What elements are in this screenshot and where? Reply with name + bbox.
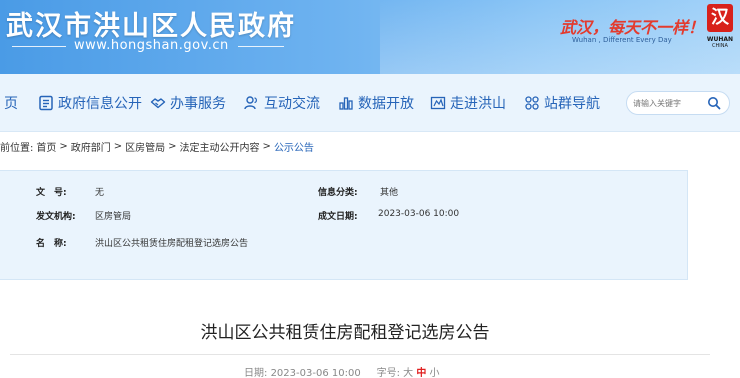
wuhan-logo-text: WUHAN (706, 36, 734, 43)
nav-item-label: 站群导航 (544, 96, 600, 112)
article-meta: 日期: 2023-03-06 10:00 字号: 大 中 小 (244, 364, 440, 378)
publish-date-value: 2023-03-06 10:00 (270, 368, 361, 378)
nav-item-label: 办事服务 (170, 96, 226, 112)
written-date-label: 成文日期: (318, 212, 358, 222)
nav-home[interactable]: 页 (4, 93, 18, 113)
nav-item-services[interactable]: 办事服务 (150, 93, 226, 113)
nav-item-hongshan[interactable]: 走进洪山 (430, 93, 506, 113)
nav-home-label: 页 (4, 96, 18, 112)
breadcrumb-item-housing-bureau[interactable]: 区房管局 (125, 139, 165, 154)
doc-number-value: 无 (95, 188, 105, 198)
nav-item-label: 互动交流 (264, 96, 320, 112)
handshake-icon (150, 98, 166, 109)
breadcrumb-separator: > (262, 140, 271, 152)
site-url: www.hongshan.gov.cn (74, 38, 229, 53)
nav-item-label: 政府信息公开 (58, 96, 142, 112)
slogan: 武汉，每天不一样！ (560, 18, 705, 37)
category-label: 信息分类: (318, 188, 358, 198)
doc-number-label: 文 号: (36, 188, 67, 198)
map-icon (430, 96, 446, 110)
doc-name-value: 洪山区公共租赁住房配租登记选房公告 (95, 239, 249, 249)
main-nav: 页 政府信息公开 办事服务 互动交流 数据开放 走进洪山 站群导航 请输入关键字 (0, 74, 740, 132)
nav-item-gov-info[interactable]: 政府信息公开 (38, 93, 142, 113)
china-logo-text: CHINA (712, 43, 728, 49)
category-value: 其他 (380, 188, 399, 198)
people-icon (244, 96, 257, 110)
site-url-row: www.hongshan.gov.cn (12, 38, 284, 54)
breadcrumb-item-statutory-content[interactable]: 法定主动公开内容 (180, 139, 260, 154)
wuhan-logo-mark: 汉 (707, 4, 733, 32)
bar-chart-icon (339, 97, 353, 110)
slogan-english: Wuhan , Different Every Day (572, 36, 672, 44)
breadcrumb: 前位置: 首页 > 政府部门 > 区房管局 > 法定主动公开内容 > 公示公告 (0, 137, 317, 155)
breadcrumb-prefix: 前位置: (0, 142, 34, 154)
doc-name-label: 名 称: (36, 239, 67, 249)
issuer-label: 发文机构: (36, 212, 76, 222)
font-size-medium-button[interactable]: 中 (416, 368, 426, 378)
nav-item-label: 数据开放 (358, 96, 414, 112)
nav-item-interaction[interactable]: 互动交流 (244, 93, 320, 113)
document-list-icon (39, 95, 53, 111)
breadcrumb-item-departments[interactable]: 政府部门 (71, 139, 111, 154)
wuhan-logo: 汉 WUHAN CHINA (704, 4, 736, 52)
search-box (626, 91, 730, 115)
title-divider (10, 354, 710, 355)
breadcrumb-item-home[interactable]: 首页 (36, 139, 56, 154)
breadcrumb-separator: > (168, 140, 177, 152)
page: 武汉市洪山区人民政府 www.hongshan.gov.cn 武汉，每天不一样！… (0, 0, 740, 378)
font-size-label: 字号: (376, 368, 400, 378)
document-info-card: 文 号: 无 信息分类: 其他 发文机构: 区房管局 成文日期: 2023-03… (0, 170, 688, 280)
search-icon[interactable] (707, 96, 721, 110)
issuer-value: 区房管局 (95, 212, 132, 222)
nav-item-data-open[interactable]: 数据开放 (338, 93, 414, 113)
font-size-small-button[interactable]: 小 (430, 368, 440, 378)
nav-item-site-nav[interactable]: 站群导航 (524, 93, 600, 113)
breadcrumb-separator: > (113, 140, 123, 152)
font-size-large-button[interactable]: 大 (403, 368, 413, 378)
breadcrumb-item-current[interactable]: 公示公告 (274, 139, 314, 154)
breadcrumb-separator: > (59, 140, 68, 152)
search-input[interactable] (633, 95, 703, 111)
written-date-value: 2023-03-06 10:00 (378, 209, 460, 219)
grid-nodes-icon (525, 96, 539, 110)
url-divider-right (238, 46, 284, 47)
url-divider-left (12, 46, 66, 47)
nav-item-label: 走进洪山 (450, 96, 506, 112)
article-title: 洪山区公共租赁住房配租登记选房公告 (200, 323, 490, 343)
publish-date-label: 日期: (244, 368, 268, 378)
header-banner: 武汉市洪山区人民政府 www.hongshan.gov.cn 武汉，每天不一样！… (0, 0, 740, 74)
